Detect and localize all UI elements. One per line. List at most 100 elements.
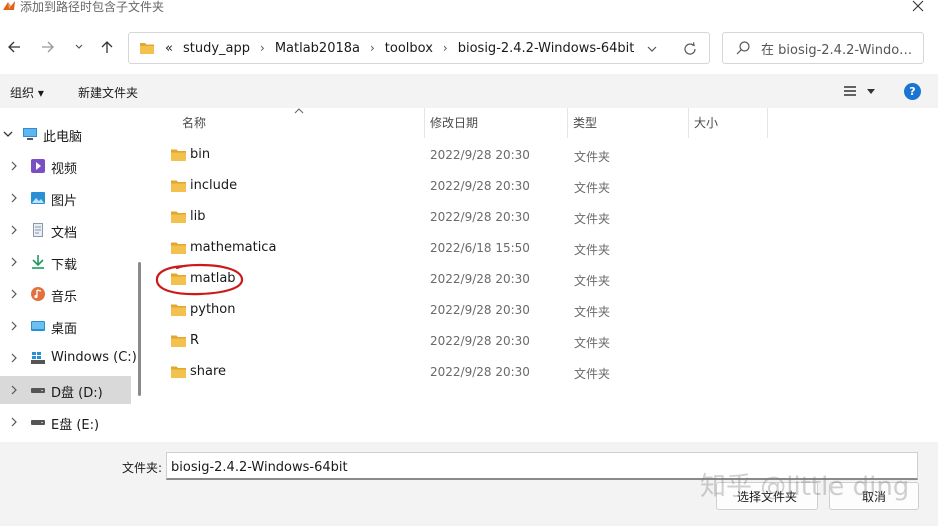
view-options-icon[interactable] bbox=[843, 84, 879, 100]
sidebar-item-label: 视频 bbox=[51, 162, 78, 177]
cancel-button[interactable]: 取消 bbox=[829, 482, 919, 510]
pictures-icon bbox=[31, 192, 45, 204]
help-icon[interactable]: ? bbox=[904, 83, 921, 100]
column-header-name[interactable]: 名称 bbox=[182, 114, 206, 136]
address-dropdown-icon[interactable] bbox=[645, 42, 659, 56]
refresh-icon[interactable] bbox=[681, 40, 699, 58]
chevron-right-icon[interactable] bbox=[8, 288, 20, 300]
sidebar-item-desktop[interactable]: 桌面 bbox=[0, 312, 131, 340]
breadcrumb-toolbox[interactable]: toolbox bbox=[385, 41, 433, 56]
sidebar-item-label: 文档 bbox=[51, 226, 78, 241]
back-button[interactable] bbox=[3, 36, 25, 58]
column-divider[interactable] bbox=[688, 108, 689, 138]
chevron-down-icon[interactable] bbox=[2, 128, 14, 140]
file-row-python[interactable]: python 2022/9/28 20:30 文件夹 bbox=[168, 295, 768, 325]
windows-drive-icon bbox=[31, 352, 45, 364]
column-header-type[interactable]: 类型 bbox=[573, 114, 597, 136]
sidebar-item-drive-d[interactable]: D盘 (D:) bbox=[0, 376, 131, 404]
file-row-share[interactable]: share 2022/9/28 20:30 文件夹 bbox=[168, 357, 768, 387]
chevron-right-icon[interactable] bbox=[8, 224, 20, 236]
file-type: 文件夹 bbox=[574, 150, 611, 164]
select-folder-button[interactable]: 选择文件夹 bbox=[716, 482, 818, 510]
file-list: 名称 修改日期 类型 大小 bin 2022/9/28 20:30 文件夹 inclu… bbox=[148, 108, 938, 442]
folder-icon bbox=[171, 149, 186, 161]
forward-arrow-icon bbox=[42, 41, 54, 53]
music-icon bbox=[31, 287, 45, 301]
sidebar-item-pictures[interactable]: 图片 bbox=[0, 184, 131, 212]
forward-button[interactable] bbox=[37, 36, 59, 58]
chevron-right-icon[interactable] bbox=[8, 320, 20, 332]
sidebar-item-music[interactable]: 音乐 bbox=[0, 280, 131, 308]
chevron-right-icon[interactable] bbox=[8, 416, 20, 428]
sidebar-item-label: 桌面 bbox=[51, 322, 78, 337]
matlab-app-icon bbox=[3, 1, 15, 10]
drive-icon bbox=[31, 388, 45, 393]
file-name: R bbox=[190, 333, 200, 348]
drive-icon bbox=[31, 420, 45, 425]
column-header-size[interactable]: 大小 bbox=[694, 114, 718, 136]
breadcrumb-separator[interactable]: › bbox=[443, 41, 448, 55]
breadcrumb-separator[interactable]: › bbox=[260, 41, 265, 55]
sidebar-item-this-pc[interactable]: 此电脑 bbox=[0, 120, 131, 148]
folder-icon bbox=[171, 180, 186, 192]
up-button[interactable] bbox=[96, 36, 118, 58]
documents-icon bbox=[33, 223, 43, 237]
close-button[interactable] bbox=[908, 0, 928, 15]
folder-icon bbox=[171, 366, 186, 378]
search-placeholder[interactable]: 在 biosig-2.4.2-Windows-... bbox=[761, 39, 921, 58]
new-folder-button[interactable]: 新建文件夹 bbox=[78, 84, 138, 101]
breadcrumb-matlab2018a[interactable]: Matlab2018a bbox=[275, 41, 360, 56]
file-date: 2022/9/28 20:30 bbox=[430, 334, 530, 348]
file-row-matlab[interactable]: matlab 2022/9/28 20:30 文件夹 bbox=[168, 264, 768, 294]
breadcrumb-study-app[interactable]: study_app bbox=[183, 41, 250, 56]
sidebar-item-label: 图片 bbox=[51, 194, 78, 209]
file-type: 文件夹 bbox=[574, 243, 611, 257]
sidebar-item-drive-e[interactable]: E盘 (E:) bbox=[0, 408, 131, 436]
address-bar[interactable]: « study_app › Matlab2018a › toolbox › bi… bbox=[128, 32, 710, 64]
sidebar-item-documents[interactable]: 文档 bbox=[0, 216, 131, 244]
file-row-lib[interactable]: lib 2022/9/28 20:30 文件夹 bbox=[168, 202, 768, 232]
sidebar-item-label: 音乐 bbox=[51, 290, 78, 305]
chevron-right-icon[interactable] bbox=[8, 160, 20, 172]
column-divider[interactable] bbox=[567, 108, 568, 138]
file-date: 2022/6/18 15:50 bbox=[430, 241, 530, 255]
search-box[interactable]: 在 biosig-2.4.2-Windows-... bbox=[722, 32, 924, 64]
chevron-right-icon[interactable] bbox=[8, 352, 20, 364]
sidebar-item-label: 下载 bbox=[51, 258, 78, 273]
breadcrumb-separator[interactable]: › bbox=[370, 41, 375, 55]
file-row-r[interactable]: R 2022/9/28 20:30 文件夹 bbox=[168, 326, 768, 356]
sidebar-item-label: E盘 (E:) bbox=[51, 418, 100, 433]
chevron-right-icon[interactable] bbox=[8, 384, 20, 396]
recent-locations-button[interactable] bbox=[68, 36, 90, 58]
folder-icon bbox=[171, 335, 186, 347]
folder-name-input[interactable] bbox=[166, 452, 918, 480]
navigation-pane: 此电脑 视频 图片 文档 下载 音乐 桌面 Windows (C:) D盘 (D… bbox=[0, 108, 148, 442]
file-row-include[interactable]: include 2022/9/28 20:30 文件夹 bbox=[168, 171, 768, 201]
chevron-right-icon[interactable] bbox=[8, 192, 20, 204]
file-type: 文件夹 bbox=[574, 181, 611, 195]
chevron-right-icon[interactable] bbox=[8, 256, 20, 268]
downloads-icon bbox=[32, 255, 44, 269]
folder-icon bbox=[171, 242, 186, 254]
sidebar-item-videos[interactable]: 视频 bbox=[0, 152, 131, 180]
organize-menu[interactable]: 组织 ▾ bbox=[10, 84, 44, 101]
sidebar-item-downloads[interactable]: 下载 bbox=[0, 248, 131, 276]
column-header-date[interactable]: 修改日期 bbox=[430, 114, 478, 136]
file-row-bin[interactable]: bin 2022/9/28 20:30 文件夹 bbox=[168, 140, 768, 170]
folder-field-label: 文件夹: bbox=[122, 461, 163, 475]
sidebar-scrollbar[interactable] bbox=[138, 262, 141, 396]
file-date: 2022/9/28 20:30 bbox=[430, 179, 530, 193]
folder-icon bbox=[171, 273, 186, 285]
column-divider[interactable] bbox=[767, 108, 768, 138]
sidebar-item-windows-c[interactable]: Windows (C:) bbox=[0, 344, 137, 372]
computer-icon bbox=[23, 128, 37, 140]
sidebar-item-label: D盘 (D:) bbox=[51, 386, 103, 401]
breadcrumb-overflow[interactable]: « bbox=[165, 41, 173, 56]
folder-icon bbox=[140, 43, 154, 54]
dialog-footer: 文件夹: 选择文件夹 取消 知乎 @little ding bbox=[0, 442, 938, 526]
back-arrow-icon bbox=[8, 41, 20, 53]
breadcrumb-biosig[interactable]: biosig-2.4.2-Windows-64bit bbox=[458, 41, 635, 56]
file-row-mathematica[interactable]: mathematica 2022/6/18 15:50 文件夹 bbox=[168, 233, 768, 263]
command-bar: 组织 ▾ 新建文件夹 bbox=[0, 74, 938, 108]
column-divider[interactable] bbox=[424, 108, 425, 138]
